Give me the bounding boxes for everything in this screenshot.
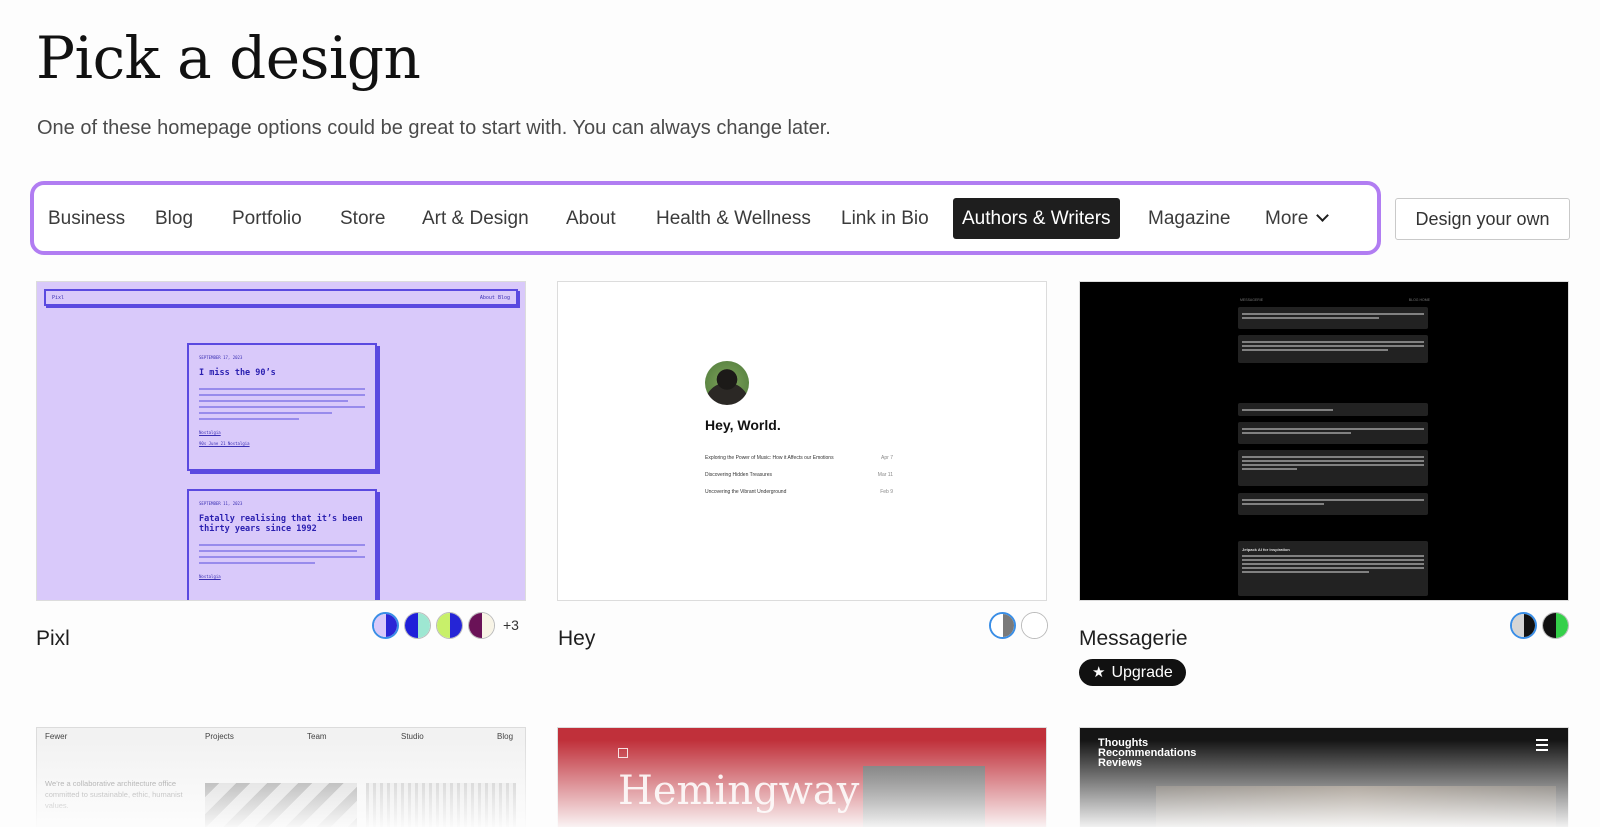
star-icon: ★ [1092, 664, 1106, 681]
style-swatch[interactable] [1510, 612, 1537, 639]
upgrade-label: Upgrade [1111, 664, 1173, 681]
category-more-dropdown[interactable]: More [1265, 198, 1330, 239]
message-bubble [1238, 403, 1428, 416]
design-your-own-button[interactable]: Design your own [1395, 198, 1570, 240]
category-filter-bar: Business Blog Portfolio Store Art & Desi… [30, 181, 1381, 255]
post-date: Feb 9 [880, 489, 893, 495]
theme-name-hey[interactable]: Hey [558, 627, 595, 651]
preview-site-title: Pixl [52, 295, 65, 301]
category-magazine[interactable]: Magazine [1148, 198, 1230, 239]
upgrade-badge[interactable]: ★ Upgrade [1079, 659, 1186, 686]
preview-post: SEPTEMBER 17, 2023 I miss the 90’s Nosta… [187, 343, 377, 471]
post-title: Uncovering the Vibrant Underground [705, 489, 787, 495]
style-swatch[interactable] [436, 612, 463, 639]
post-title: I miss the 90’s [199, 368, 276, 378]
preview-intro-text: We’re a collaborative architecture offic… [45, 779, 183, 810]
preview-nav-link: Studio [401, 732, 424, 741]
preview-nav-links: About Blog [479, 295, 510, 301]
category-about[interactable]: About [566, 198, 616, 239]
post-excerpt [199, 544, 365, 564]
theme-preview-thoughts[interactable]: Thoughts Recommendations Reviews [1079, 727, 1569, 827]
preview-nav-link: Projects [205, 732, 234, 741]
preview-post-row: Discovering Hidden Treasures Mar 11 [705, 472, 893, 478]
style-swatch[interactable] [989, 612, 1016, 639]
preview-heading: Hey, World. [705, 417, 781, 433]
style-swatch[interactable] [1021, 612, 1048, 639]
preview-image [863, 766, 985, 827]
preview-image [205, 783, 357, 827]
theme-preview-pixl[interactable]: Pixl About Blog SEPTEMBER 17, 2023 I mis… [36, 281, 526, 601]
preview-nav-link: Team [307, 732, 327, 741]
preview-heading: Hemingway [618, 768, 860, 814]
preview-image [1156, 786, 1556, 827]
post-date: Mar 11 [877, 472, 893, 478]
message-bubble [1238, 307, 1428, 329]
preview-post: SEPTEMBER 11, 2023 Fatally realising tha… [187, 489, 377, 600]
post-title: Fatally realising that it’s been thirty … [199, 514, 363, 534]
post-excerpt [199, 388, 365, 420]
style-swatch[interactable] [372, 612, 399, 639]
post-title: Discovering Hidden Treasures [705, 472, 772, 478]
post-meta: 90s June 21 Nostalgia [199, 441, 250, 446]
style-swatch[interactable] [404, 612, 431, 639]
post-date: SEPTEMBER 17, 2023 [199, 355, 243, 360]
theme-preview-hey[interactable]: Hey, World. Exploring the Power of Music… [557, 281, 1047, 601]
chevron-down-icon [1316, 209, 1330, 222]
message-bubble: Jetpack AI for inspiration [1238, 541, 1428, 596]
post-date: SEPTEMBER 11, 2023 [199, 501, 243, 506]
preview-header: MESSAGERIE BLOG HOME [1240, 298, 1430, 302]
preview-site-title: Fewer [45, 732, 68, 741]
preview-post-row: Uncovering the Vibrant Underground Feb 9 [705, 489, 893, 495]
bubble-title: Jetpack AI for inspiration [1242, 547, 1290, 552]
preview-nav: Pixl About Blog [44, 289, 518, 306]
post-date: Apr 7 [881, 455, 893, 461]
preview-site-title: MESSAGERIE [1240, 298, 1264, 302]
page-subtitle: One of these homepage options could be g… [37, 117, 831, 139]
post-more: Nostalgia [199, 430, 221, 435]
message-bubble [1238, 493, 1428, 515]
category-portfolio[interactable]: Portfolio [232, 198, 302, 239]
category-link-in-bio[interactable]: Link in Bio [841, 198, 929, 239]
post-title: Exploring the Power of Music: How it Aff… [705, 455, 834, 461]
preview-post-row: Exploring the Power of Music: How it Aff… [705, 455, 893, 461]
message-bubble [1238, 335, 1428, 363]
avatar [705, 361, 749, 405]
menu-icon [1536, 739, 1548, 751]
theme-preview-messagerie[interactable]: MESSAGERIE BLOG HOME Jetpack AI for inspi… [1079, 281, 1569, 601]
category-business[interactable]: Business [48, 198, 125, 239]
preview-nav-link: Blog [497, 732, 514, 741]
theme-preview-fewer[interactable]: Fewer Projects Team Studio Blog We’re a … [36, 727, 526, 827]
theme-preview-hemingway[interactable]: Hemingway [557, 727, 1047, 827]
category-authors-writers[interactable]: Authors & Writers [953, 198, 1120, 239]
category-store[interactable]: Store [340, 198, 385, 239]
logo-icon [618, 748, 628, 758]
style-swatch[interactable] [468, 612, 495, 639]
more-label: More [1265, 208, 1309, 229]
preview-image [366, 783, 516, 827]
preview-menu: Thoughts Recommendations Reviews [1098, 738, 1196, 769]
style-swatch[interactable] [1542, 612, 1569, 639]
post-more: Nostalgia [199, 574, 221, 579]
message-bubble [1238, 450, 1428, 486]
category-art-design[interactable]: Art & Design [422, 198, 529, 239]
message-bubble [1238, 422, 1428, 444]
page-title: Pick a design [36, 24, 421, 92]
preview-nav-links: BLOG HOME [1408, 298, 1430, 302]
theme-name-pixl[interactable]: Pixl [36, 627, 70, 651]
category-health-wellness[interactable]: Health & Wellness [656, 198, 811, 239]
category-blog[interactable]: Blog [155, 198, 193, 239]
preview-menu-item: Reviews [1098, 757, 1143, 769]
theme-name-messagerie[interactable]: Messagerie [1079, 627, 1188, 651]
more-styles-count[interactable]: +3 [503, 617, 519, 633]
